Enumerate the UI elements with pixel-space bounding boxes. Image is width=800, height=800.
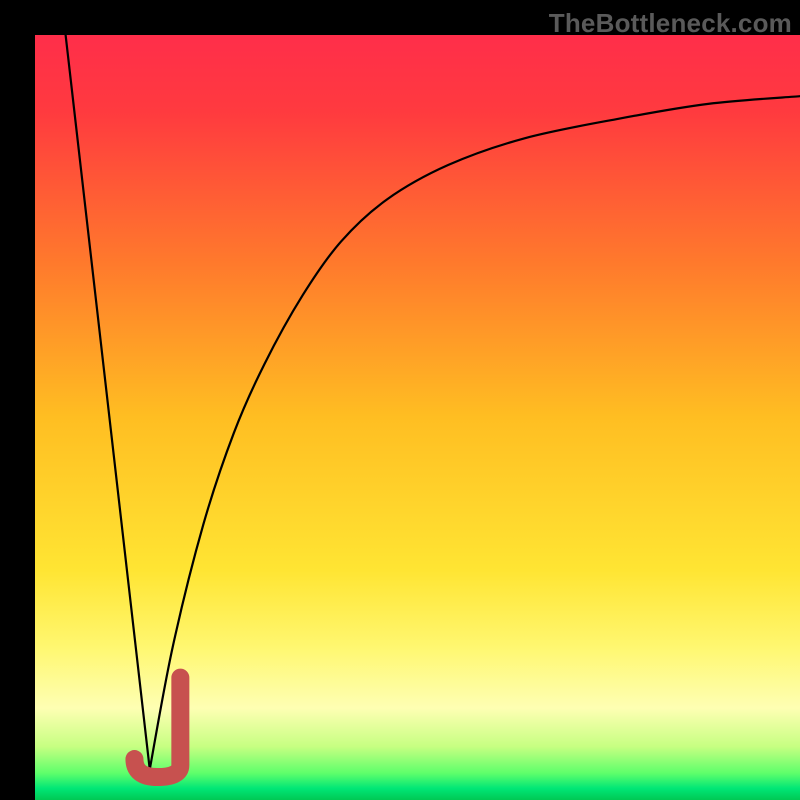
plot-background — [35, 35, 800, 800]
chart-frame: TheBottleneck.com — [0, 0, 800, 800]
bottleneck-plot — [35, 35, 800, 800]
